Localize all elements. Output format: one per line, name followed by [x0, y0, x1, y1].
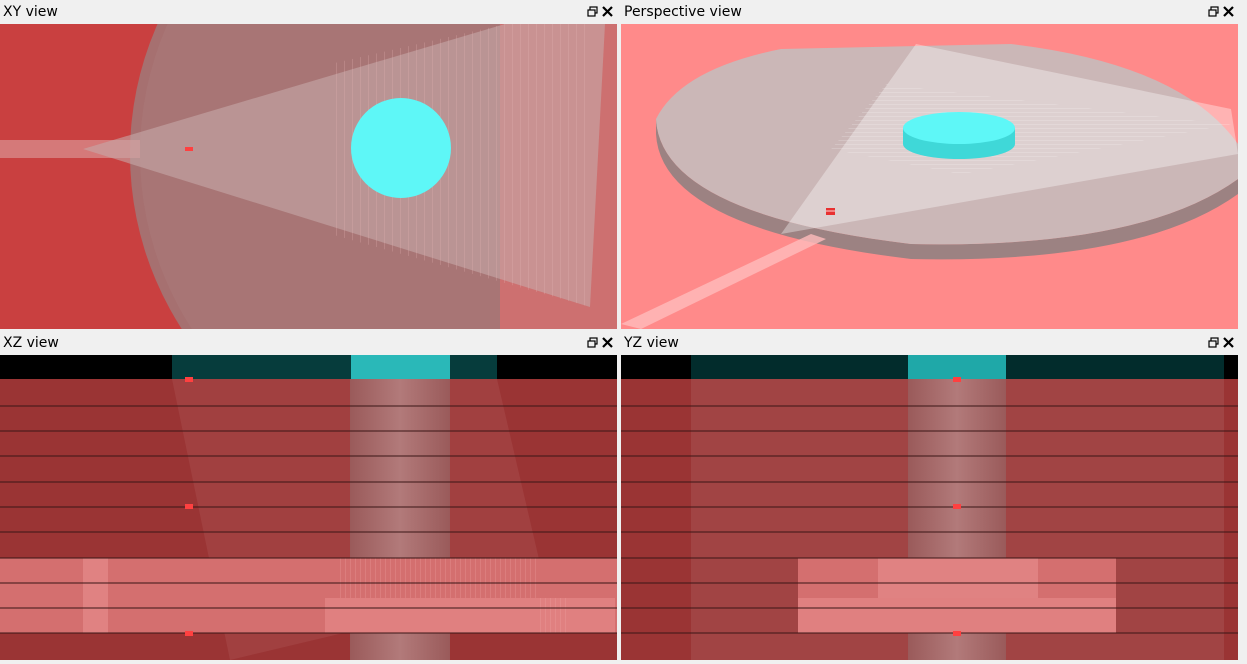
- yz-view-header: YZ view: [621, 331, 1238, 355]
- perspective-view-title: Perspective view: [624, 4, 742, 20]
- restore-window-icon[interactable]: [1207, 336, 1220, 349]
- perspective-view-header: Perspective view: [621, 0, 1238, 24]
- close-icon[interactable]: [1222, 336, 1235, 349]
- restore-window-icon[interactable]: [586, 5, 599, 18]
- xz-view-pane: XZ view: [0, 331, 617, 660]
- xy-view-pane: XY view: [0, 0, 617, 329]
- xy-view-header: XY view: [0, 0, 617, 24]
- close-icon[interactable]: [601, 5, 614, 18]
- xz-view-title: XZ view: [3, 335, 59, 351]
- restore-window-icon[interactable]: [586, 336, 599, 349]
- close-icon[interactable]: [1222, 5, 1235, 18]
- yz-view-title: YZ view: [624, 335, 679, 351]
- xz-viewport[interactable]: [0, 355, 617, 660]
- xy-view-title: XY view: [3, 4, 58, 20]
- perspective-view-pane: Perspective view: [621, 0, 1238, 329]
- yz-viewport[interactable]: [621, 355, 1238, 660]
- perspective-viewport[interactable]: [621, 24, 1238, 329]
- xz-view-header: XZ view: [0, 331, 617, 355]
- close-icon[interactable]: [601, 336, 614, 349]
- restore-window-icon[interactable]: [1207, 5, 1220, 18]
- yz-view-pane: YZ view: [621, 331, 1238, 660]
- xy-viewport[interactable]: [0, 24, 617, 329]
